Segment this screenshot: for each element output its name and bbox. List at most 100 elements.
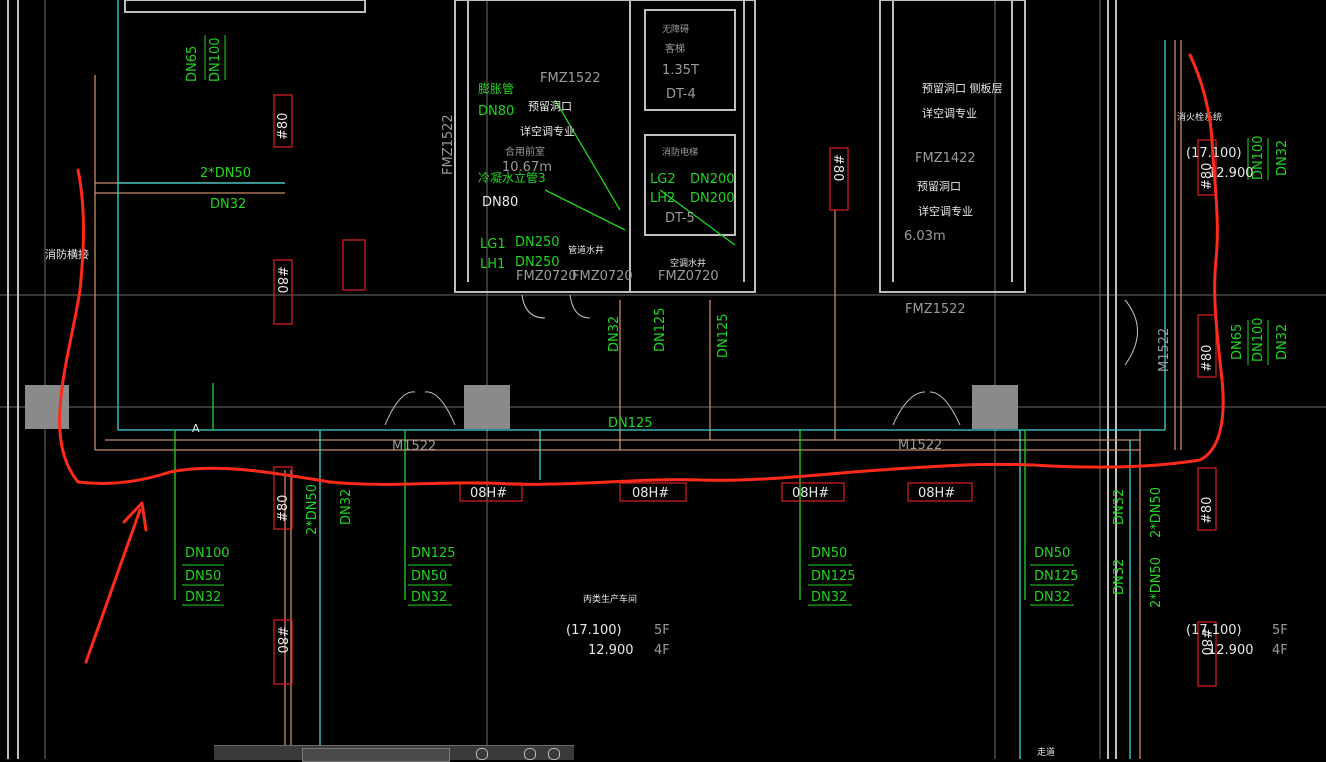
label: 预留洞口 [528, 100, 572, 113]
label: M1522 [1157, 328, 1172, 372]
label: DN100 [185, 546, 230, 561]
arrow-shaft [84, 508, 142, 664]
label: FMZ0720 [572, 269, 633, 284]
label: FMZ1422 [915, 151, 976, 166]
label: DN50 [185, 569, 221, 584]
label: 4F [654, 643, 670, 658]
label: DN32 [607, 316, 622, 352]
label: LH2 [650, 191, 675, 206]
label: FMZ1522 [540, 71, 601, 86]
label: 12.900 [1208, 643, 1254, 658]
circle-icon[interactable] [524, 748, 536, 760]
label: DN125 [811, 569, 856, 584]
label: 1.35T [662, 63, 699, 78]
label: FMZ1522 [905, 302, 966, 317]
label: DN32 [210, 197, 246, 212]
label: 消防电梯 [662, 146, 698, 158]
label: 2*DN50 [1149, 487, 1164, 538]
label: DT-5 [665, 211, 695, 226]
label: DN125 [411, 546, 456, 561]
label: DN100 [208, 37, 223, 82]
label: DN250 [515, 235, 560, 250]
label: DN32 [1112, 489, 1127, 525]
label: DN32 [1112, 559, 1127, 595]
label: DN100 [1251, 135, 1266, 180]
label: DT-4 [666, 87, 696, 102]
label: DN200 [690, 191, 735, 206]
label: FMZ1522 [441, 114, 456, 175]
label: 管道水井 [568, 244, 604, 256]
tag: 08H# [792, 486, 829, 501]
tag: 08H# [470, 486, 507, 501]
label: DN125 [653, 307, 668, 352]
tag: 08H# [918, 486, 955, 501]
label: DN65 [185, 46, 200, 82]
tag: #80 [830, 154, 845, 181]
label: DN32 [185, 590, 221, 605]
label: DN32 [811, 590, 847, 605]
label: 膨胀管 [478, 81, 514, 96]
label: DN32 [1034, 590, 1070, 605]
label: DN50 [411, 569, 447, 584]
label: M1522 [392, 439, 436, 454]
label: 消火栓系统 [1177, 111, 1222, 123]
label: 客梯 [665, 42, 685, 55]
label: 冷凝水立管3 [478, 170, 546, 185]
label: 走道 [1037, 746, 1055, 758]
label: 无障碍 [662, 23, 689, 35]
label: A [192, 422, 200, 435]
label: LG1 [480, 237, 506, 252]
label: DN200 [690, 172, 735, 187]
label: 空调水井 [670, 257, 706, 269]
label: (17.100) [1186, 623, 1242, 638]
tag: #80 [274, 266, 289, 293]
label: 预留洞口 侧板层 [922, 81, 1003, 95]
label: DN50 [811, 546, 847, 561]
pipe-network [94, 0, 1182, 759]
label: 2*DN50 [200, 166, 251, 181]
circle-icon[interactable] [476, 748, 488, 760]
label: (17.100) [566, 623, 622, 638]
label: DN80 [478, 104, 514, 119]
label: LG2 [650, 172, 676, 187]
label: DN32 [339, 489, 354, 525]
label: DN125 [716, 313, 731, 358]
label: 详空调专业 [520, 124, 575, 138]
label: 6.03m [904, 229, 946, 244]
circle-icon[interactable] [548, 748, 560, 760]
label: DN32 [411, 590, 447, 605]
drawing-text: DN65 DN100 #80 #80 #80 #80 #80 #80 #80 #… [45, 23, 1290, 758]
tag: #80 [1200, 345, 1215, 372]
label: DN125 [608, 416, 653, 431]
label: FMZ0720 [658, 269, 719, 284]
label: DN80 [482, 195, 518, 210]
tag: #80 [276, 495, 291, 522]
label: M1522 [898, 438, 942, 453]
taskbar-fragment[interactable] [214, 745, 574, 762]
tag: #80 [1200, 497, 1215, 524]
label: 详空调专业 [918, 204, 973, 218]
label: 5F [654, 623, 670, 638]
label: 预留洞口 [917, 180, 961, 193]
label: 2*DN50 [1149, 557, 1164, 608]
label: DN32 [1275, 140, 1290, 176]
label: DN100 [1251, 317, 1266, 362]
tag: #80 [274, 626, 289, 653]
label: DN250 [515, 255, 560, 270]
label: LH1 [480, 257, 505, 272]
label: 2*DN50 [305, 484, 320, 535]
label: 5F [1272, 623, 1288, 638]
label: 4F [1272, 643, 1288, 658]
label: DN65 [1230, 324, 1245, 360]
taskbar-window-button[interactable] [302, 748, 450, 762]
cad-drawing-canvas[interactable]: DN65 DN100 #80 #80 #80 #80 #80 #80 #80 #… [0, 0, 1326, 759]
label: DN125 [1034, 569, 1079, 584]
label: FMZ0720 [516, 269, 577, 284]
label: DN50 [1034, 546, 1070, 561]
tag: 08H# [632, 486, 669, 501]
label: 丙类生产车间 [583, 593, 637, 605]
label: 合用前室 [505, 145, 545, 158]
tag: #80 [276, 113, 291, 140]
label: 12.900 [588, 643, 634, 658]
label: DN32 [1275, 324, 1290, 360]
